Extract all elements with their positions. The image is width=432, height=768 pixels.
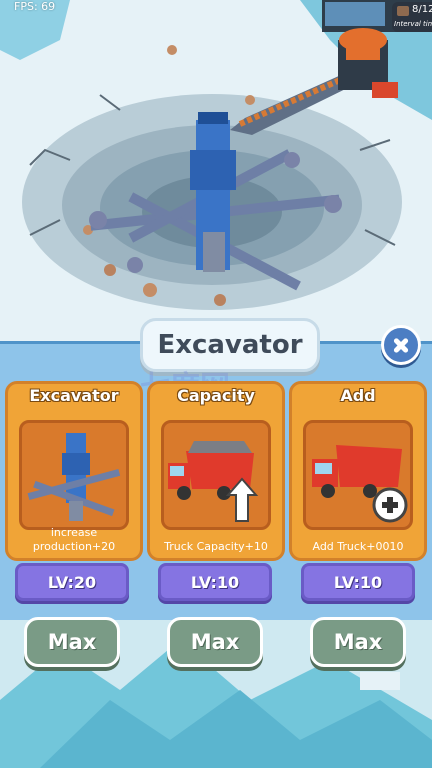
level-label: LV:10: [190, 572, 240, 592]
card-title: Add: [340, 386, 376, 405]
capacity-level-button[interactable]: LV:10: [158, 563, 272, 601]
close-button[interactable]: [381, 325, 421, 365]
excavator-level-button[interactable]: LV:20: [15, 563, 129, 601]
max-label: Max: [190, 630, 240, 654]
card-description: increase production+20: [32, 526, 116, 553]
max-label: Max: [47, 630, 97, 654]
interval-label: Interval time: [394, 20, 432, 28]
excavator-upgrade-card: Excavator increase production+20: [5, 381, 143, 561]
truck-count: 8/12: [412, 4, 432, 15]
card-description: Truck Capacity+10: [164, 540, 268, 553]
fps-counter: FPS: 69: [14, 0, 56, 13]
add-truck-card: Add Add Truck+0010: [289, 381, 427, 561]
add-truck-level-button[interactable]: LV:10: [301, 563, 415, 601]
max-label: Max: [333, 630, 383, 654]
add-truck-max-button[interactable]: Max: [310, 617, 406, 667]
level-label: LV:20: [47, 572, 97, 592]
card-title: Capacity: [177, 386, 255, 405]
card-title: Excavator: [29, 386, 119, 405]
card-description: Add Truck+0010: [312, 540, 404, 553]
truck-icon: [397, 6, 409, 16]
panel-title: Excavator: [157, 330, 303, 360]
truck-counter-chip: 8/12 Interval time: [392, 2, 432, 32]
add-truck-icon: [303, 420, 413, 530]
excavator-max-button[interactable]: Max: [24, 617, 120, 667]
truck-capacity-icon: [161, 420, 271, 530]
excavator-icon: [19, 420, 129, 530]
level-label: LV:10: [333, 572, 383, 592]
capacity-upgrade-card: Capacity Truck Capacity+10: [147, 381, 285, 561]
capacity-max-button[interactable]: Max: [167, 617, 263, 667]
